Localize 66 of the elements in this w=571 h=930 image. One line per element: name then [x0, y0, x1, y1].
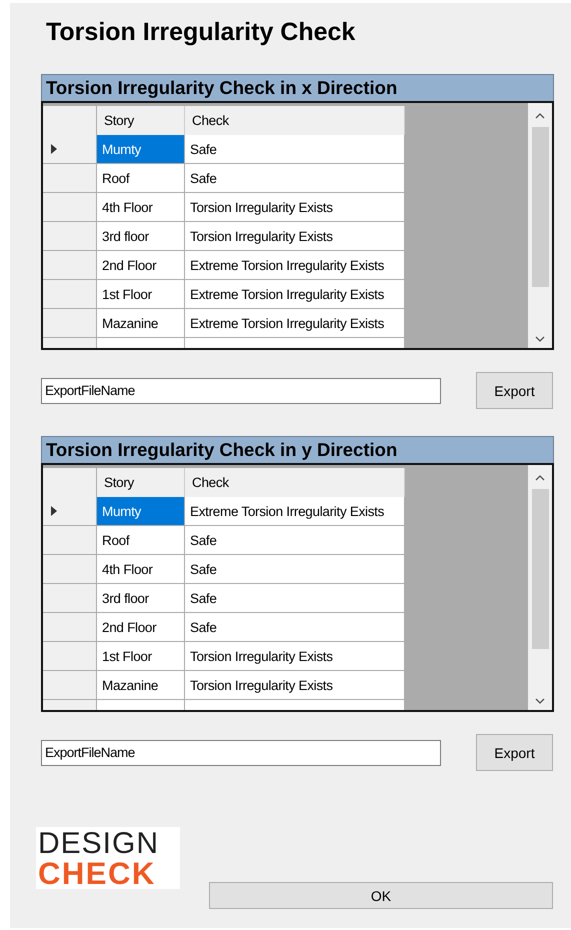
group-header: Torsion Irregularity Check in x Direction [41, 74, 554, 101]
export-button[interactable]: Export [476, 372, 553, 409]
column-header[interactable]: Check [185, 468, 405, 497]
scroll-thumb[interactable] [532, 489, 548, 649]
table-cell[interactable]: Torsion Irregularity Exists [185, 193, 405, 222]
table-cell[interactable]: Safe [185, 555, 405, 584]
table-cell[interactable]: Torsion Irregularity Exists [185, 642, 405, 671]
row-header-cell[interactable] [43, 642, 97, 671]
table-cell[interactable]: Mazanine [97, 309, 185, 338]
scroll-thumb[interactable] [532, 127, 548, 287]
ok-button[interactable]: OK [209, 882, 553, 909]
table-cell[interactable]: Mumty [97, 135, 185, 164]
column-header[interactable]: Check [185, 106, 405, 135]
current-row-icon [51, 506, 57, 516]
table-cell[interactable]: Extreme Torsion Irregularity Exists [185, 251, 405, 280]
scroll-up-icon[interactable] [535, 475, 545, 481]
table-cell[interactable]: 3rd floor [97, 584, 185, 613]
row-header-cell[interactable] [43, 584, 97, 613]
table-cell[interactable]: Torsion Irregularity Exists [185, 671, 405, 700]
table-cell[interactable]: 1st Floor [97, 280, 185, 309]
table-cell[interactable]: Safe [185, 135, 405, 164]
table-cell[interactable]: Safe [185, 613, 405, 642]
row-header-cell[interactable] [43, 164, 97, 193]
table-cell[interactable]: Safe [185, 164, 405, 193]
table-cell[interactable]: Extreme Torsion Irregularity Exists [185, 309, 405, 338]
table-cell[interactable]: 1st Floor [97, 642, 185, 671]
table-cell[interactable]: 4th Floor [97, 193, 185, 222]
row-header-cell[interactable] [43, 309, 97, 338]
row-header-cell[interactable] [43, 135, 97, 164]
row-header-cell[interactable] [43, 280, 97, 309]
scrollbar[interactable] [528, 103, 552, 348]
table-cell[interactable]: Extreme Torsion Irregularity Exists [185, 280, 405, 309]
row-header-cell[interactable] [43, 555, 97, 584]
scroll-up-icon[interactable] [535, 113, 545, 119]
row-header-cell[interactable] [43, 222, 97, 251]
row-header-cell[interactable] [43, 497, 97, 526]
scroll-down-icon[interactable] [535, 698, 545, 704]
table-cell[interactable]: 3rd floor [97, 222, 185, 251]
export-button[interactable]: Export [476, 734, 553, 771]
row-header-cell[interactable] [43, 671, 97, 700]
scrollbar[interactable] [528, 465, 552, 710]
column-header[interactable]: Story [97, 106, 185, 135]
column-header[interactable]: Story [97, 468, 185, 497]
table-cell[interactable]: Extreme Torsion Irregularity Exists [185, 497, 405, 526]
row-header-cell[interactable] [43, 251, 97, 280]
table-cell[interactable]: 4th Floor [97, 555, 185, 584]
table-cell[interactable]: Mazanine [97, 671, 185, 700]
table-cell[interactable]: 2nd Floor [97, 613, 185, 642]
current-row-icon [51, 144, 57, 154]
table-cell[interactable]: Mumty [97, 497, 185, 526]
row-header-cell[interactable] [43, 193, 97, 222]
file-name-field[interactable]: ExportFileName [41, 740, 441, 766]
row-header-cell[interactable] [43, 526, 97, 555]
table-cell[interactable]: Torsion Irregularity Exists [185, 222, 405, 251]
logo-text: DESIGN [38, 829, 160, 859]
table-cell[interactable]: Roof [97, 526, 185, 555]
table-cell[interactable]: Safe [185, 526, 405, 555]
group-header: Torsion Irregularity Check in y Direction [41, 436, 554, 463]
logo-text: CHECK [38, 859, 157, 889]
table-cell[interactable]: 2nd Floor [97, 251, 185, 280]
file-name-field[interactable]: ExportFileName [41, 378, 441, 404]
table-cell[interactable]: Roof [97, 164, 185, 193]
table-cell[interactable]: Safe [185, 584, 405, 613]
window-title: Torsion Irregularity Check [46, 17, 356, 47]
row-header-cell[interactable] [43, 613, 97, 642]
scroll-down-icon[interactable] [535, 336, 545, 342]
